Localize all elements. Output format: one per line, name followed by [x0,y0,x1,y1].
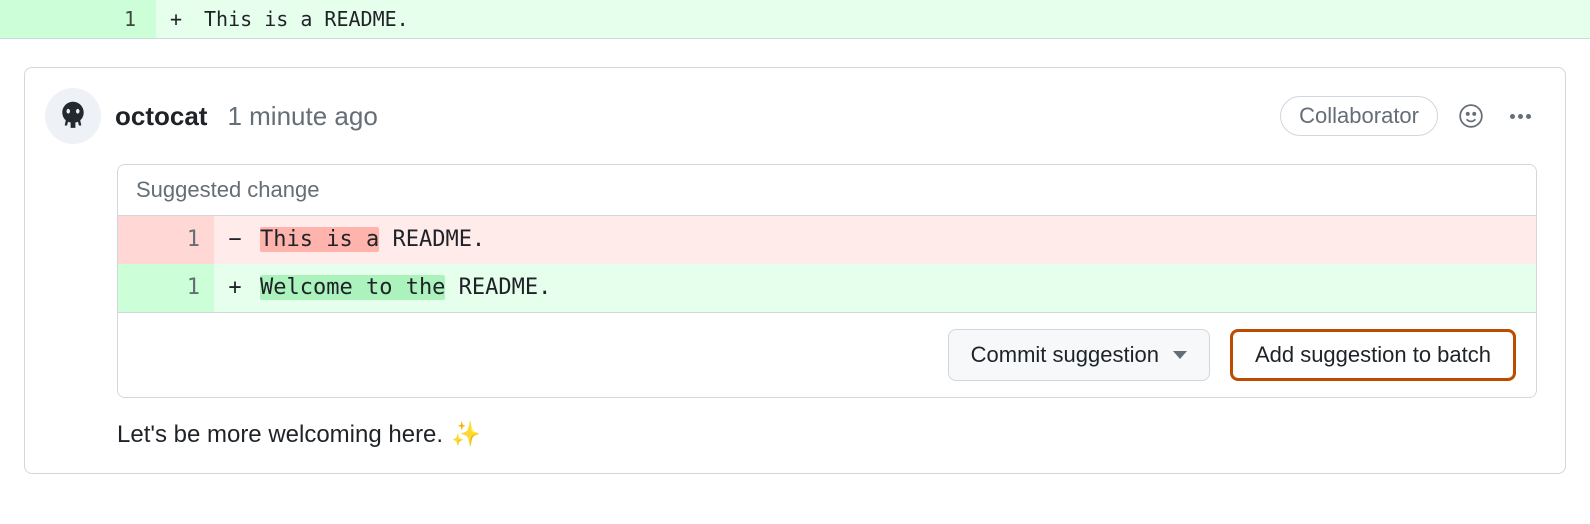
add-suggestion-to-batch-button[interactable]: Add suggestion to batch [1230,329,1516,381]
kebab-icon [1510,114,1531,119]
caret-down-icon [1173,351,1187,359]
diff-marker-add: + [214,264,256,312]
diff-marker-del: − [214,216,256,264]
suggested-change-box: Suggested change 1 − This is a README. 1… [117,164,1537,398]
octocat-icon [54,97,92,135]
file-diff-line: 1 + This is a README. [0,0,1590,39]
diff-marker-add: + [156,0,196,38]
comment-menu-button[interactable] [1504,108,1537,125]
diff-deletion-row: 1 − This is a README. [118,216,1536,264]
commit-suggestion-button[interactable]: Commit suggestion [948,329,1210,381]
button-label: Add suggestion to batch [1255,342,1491,368]
button-label: Commit suggestion [971,342,1159,368]
diff-addition-row: 1 + Welcome to the README. [118,264,1536,312]
suggestion-footer: Commit suggestion Add suggestion to batc… [118,312,1536,397]
line-number: 1 [0,0,156,38]
line-number: 1 [118,216,214,264]
sparkle-emoji: ✨ [451,420,481,449]
diff-code: This is a README. [256,216,1536,264]
add-reaction-button[interactable] [1452,97,1490,135]
comment-header: octocat 1 minute ago Collaborator [45,88,1537,144]
comment-text: Let's be more welcoming here. [117,421,443,449]
diff-code: Welcome to the README. [256,264,1536,312]
line-number: 1 [118,264,214,312]
comment-body: Let's be more welcoming here. ✨ [117,420,1537,449]
comment-author[interactable]: octocat [115,101,207,132]
smiley-icon [1458,103,1484,129]
suggestion-title: Suggested change [118,165,1536,216]
review-comment: octocat 1 minute ago Collaborator Sugges… [24,67,1566,474]
comment-timestamp[interactable]: 1 minute ago [227,101,377,132]
role-badge: Collaborator [1280,96,1438,136]
diff-code: This is a README. [196,0,1590,38]
avatar[interactable] [45,88,101,144]
